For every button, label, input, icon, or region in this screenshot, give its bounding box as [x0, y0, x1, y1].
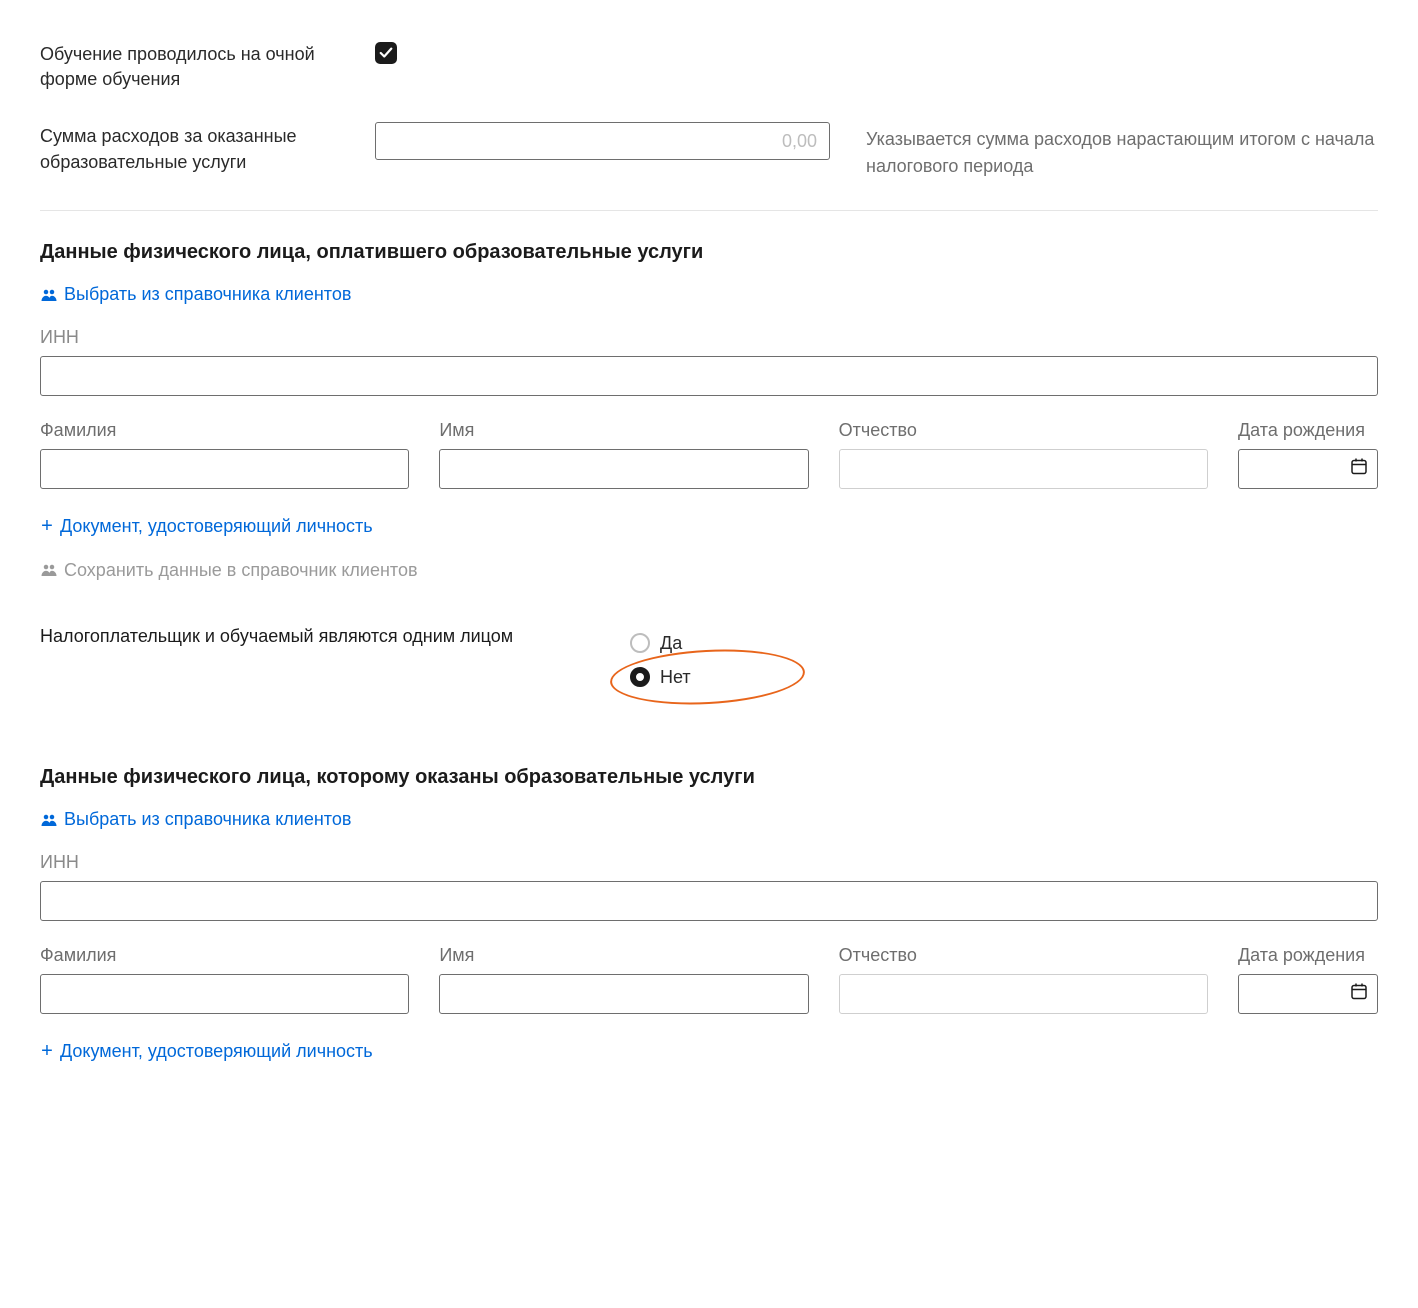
payer-pick-link-text: Выбрать из справочника клиентов	[64, 284, 351, 305]
student-pick-link-text: Выбрать из справочника клиентов	[64, 809, 351, 830]
plus-icon: +	[40, 515, 54, 538]
same-person-yes[interactable]: Да	[630, 630, 691, 656]
student-lastname-label: Фамилия	[40, 945, 409, 966]
payer-dob-label: Дата рождения	[1238, 420, 1378, 441]
radio-no-text: Нет	[660, 667, 691, 688]
student-pick-link[interactable]: Выбрать из справочника клиентов	[40, 809, 351, 830]
plus-icon: +	[40, 1040, 54, 1063]
payer-lastname-label: Фамилия	[40, 420, 409, 441]
radio-icon	[630, 633, 650, 653]
sum-label: Сумма расходов за оказанные образователь…	[40, 122, 375, 174]
student-add-doc-link[interactable]: + Документ, удостоверяющий личность	[40, 1040, 373, 1063]
student-firstname-label: Имя	[439, 945, 808, 966]
student-middlename-input[interactable]	[839, 974, 1208, 1014]
student-add-doc-text: Документ, удостоверяющий личность	[60, 1041, 373, 1062]
payer-dob-input[interactable]	[1238, 449, 1378, 489]
sum-input[interactable]	[375, 122, 830, 160]
student-section-title: Данные физического лица, которому оказан…	[40, 766, 1378, 789]
same-person-no[interactable]: Нет	[630, 664, 691, 690]
radio-icon	[630, 667, 650, 687]
people-icon	[40, 813, 58, 827]
payer-lastname-input[interactable]	[40, 449, 409, 489]
payer-section-title: Данные физического лица, оплатившего обр…	[40, 241, 1378, 264]
payer-inn-label: ИНН	[40, 327, 1378, 348]
student-dob-label: Дата рождения	[1238, 945, 1378, 966]
payer-save-link-text: Сохранить данные в справочник клиентов	[64, 560, 418, 581]
radio-yes-text: Да	[660, 633, 682, 654]
payer-middlename-input[interactable]	[839, 449, 1208, 489]
fulltime-label: Обучение проводилось на очной форме обуч…	[40, 40, 375, 92]
student-middlename-label: Отчество	[839, 945, 1208, 966]
student-firstname-input[interactable]	[439, 974, 808, 1014]
fulltime-checkbox[interactable]	[375, 42, 397, 64]
student-dob-input[interactable]	[1238, 974, 1378, 1014]
people-icon	[40, 563, 58, 577]
student-lastname-input[interactable]	[40, 974, 409, 1014]
payer-inn-input[interactable]	[40, 356, 1378, 396]
payer-add-doc-link[interactable]: + Документ, удостоверяющий личность	[40, 515, 373, 538]
payer-pick-link[interactable]: Выбрать из справочника клиентов	[40, 284, 351, 305]
same-person-question: Налогоплательщик и обучаемый являются од…	[40, 622, 610, 647]
payer-middlename-label: Отчество	[839, 420, 1208, 441]
divider	[40, 210, 1378, 211]
student-inn-input[interactable]	[40, 881, 1378, 921]
payer-add-doc-text: Документ, удостоверяющий личность	[60, 516, 373, 537]
check-icon	[379, 46, 393, 60]
payer-firstname-input[interactable]	[439, 449, 808, 489]
student-inn-label: ИНН	[40, 852, 1378, 873]
people-icon	[40, 288, 58, 302]
payer-firstname-label: Имя	[439, 420, 808, 441]
sum-hint: Указывается сумма расходов нарастающим и…	[830, 122, 1378, 180]
payer-save-link: Сохранить данные в справочник клиентов	[40, 560, 418, 581]
